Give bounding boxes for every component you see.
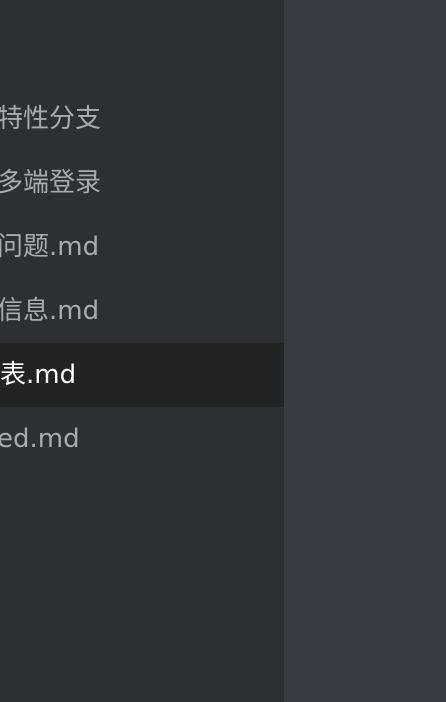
file-item-ed[interactable]: ed.md	[0, 407, 284, 471]
file-item-issues[interactable]: 问题.md	[0, 215, 284, 279]
editor-pane[interactable]	[284, 0, 446, 702]
file-item-label: 问题.md	[0, 232, 100, 262]
file-item-info[interactable]: 信息.md	[0, 279, 284, 343]
file-item-label: ed.md	[0, 424, 80, 454]
file-item-label: 多端登录	[0, 168, 102, 198]
file-item-feature-branch[interactable]: 特性分支	[0, 87, 284, 151]
file-item-table-selected[interactable]: 表.md	[0, 343, 284, 407]
app-window: 特性分支 多端登录 问题.md 信息.md 表.md ed.md	[0, 0, 446, 702]
file-item-label: 信息.md	[0, 296, 100, 326]
file-list: 特性分支 多端登录 问题.md 信息.md 表.md ed.md	[0, 87, 284, 471]
file-item-multi-login[interactable]: 多端登录	[0, 151, 284, 215]
file-item-label: 特性分支	[0, 104, 102, 134]
file-sidebar: 特性分支 多端登录 问题.md 信息.md 表.md ed.md	[0, 0, 284, 702]
file-item-label: 表.md	[0, 360, 77, 390]
